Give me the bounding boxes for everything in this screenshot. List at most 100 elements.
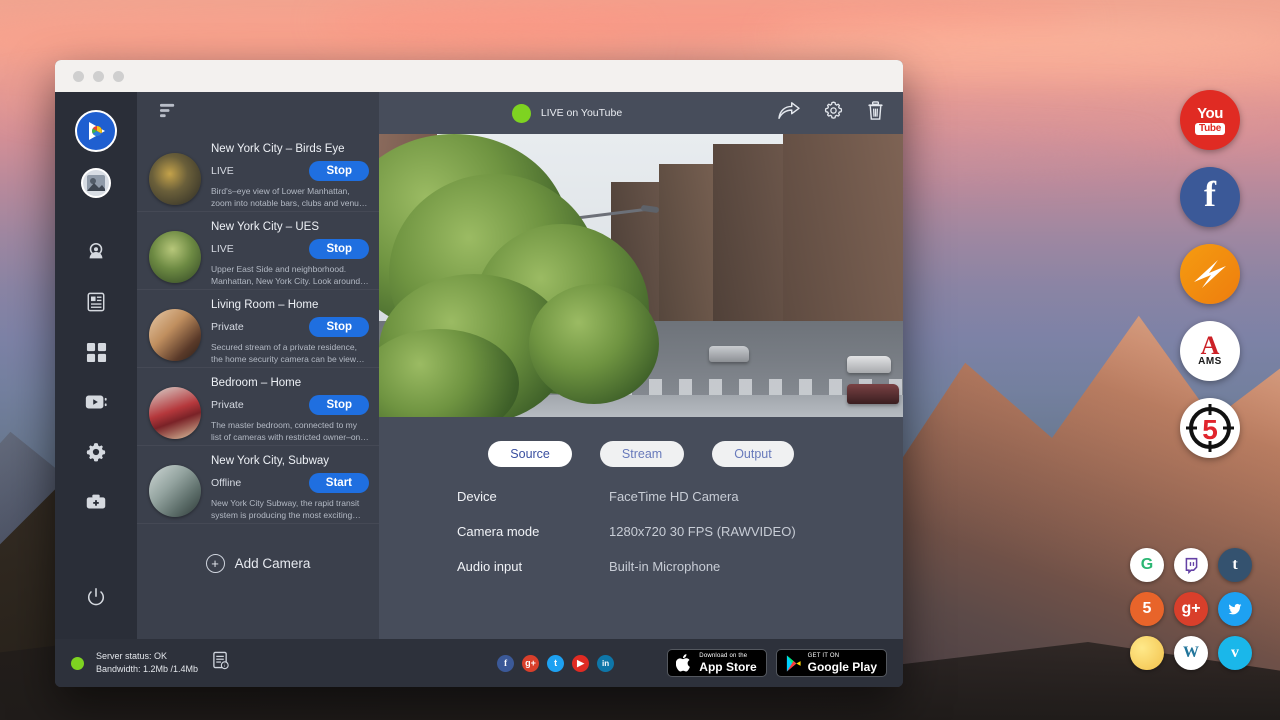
sidebar-item-cameras[interactable] xyxy=(76,232,116,272)
tumblr-glyph: t xyxy=(1232,556,1237,574)
camera-description: New York City Subway, the rapid transit … xyxy=(211,498,369,522)
youtube-tube-label: Tube xyxy=(1195,123,1225,135)
preview-tree xyxy=(529,284,659,404)
desktop-icon-facebook[interactable]: f xyxy=(1180,167,1240,227)
window-maximize-button[interactable] xyxy=(113,71,124,82)
social-youtube[interactable]: ▶ xyxy=(572,655,589,672)
settings-gear-icon xyxy=(823,100,844,121)
sidebar-item-dashboard[interactable] xyxy=(76,332,116,372)
camera-list-item[interactable]: New York City – UES LIVE Stop Upper East… xyxy=(137,212,379,290)
svg-text:5: 5 xyxy=(1202,414,1218,445)
camera-description: Upper East Side and neighborhood. Manhat… xyxy=(211,264,369,288)
sort-icon-glyph xyxy=(159,102,178,119)
tab-stream[interactable]: Stream xyxy=(600,441,684,467)
gear-icon xyxy=(85,441,107,463)
status-footer: Server status: OK Bandwidth: 1.2Mb /1.4M… xyxy=(55,639,903,687)
window-titlebar[interactable] xyxy=(55,60,903,92)
camera-list-item[interactable]: Living Room – Home Private Stop Secured … xyxy=(137,290,379,368)
info-value[interactable]: FaceTime HD Camera xyxy=(609,489,739,504)
desktop-icon-twitch[interactable] xyxy=(1174,548,1208,582)
camera-info: New York City – UES LIVE Stop Upper East… xyxy=(211,221,369,280)
camera-status-row: LIVE Stop xyxy=(211,161,369,181)
tab-source[interactable]: Source xyxy=(488,441,572,467)
camera-list-item[interactable]: New York City, Subway Offline Start New … xyxy=(137,446,379,524)
user-avatar[interactable] xyxy=(81,168,111,198)
bandwidth-line: Bandwidth: 1.2Mb /1.4Mb xyxy=(96,663,198,676)
server-status-text: Server status: OK Bandwidth: 1.2Mb /1.4M… xyxy=(96,650,198,676)
camera-stop-button[interactable]: Stop xyxy=(309,395,369,415)
desktop-icon-youtube[interactable]: You Tube xyxy=(1180,90,1240,150)
camera-stop-button[interactable]: Stop xyxy=(309,161,369,181)
tab-output[interactable]: Output xyxy=(712,441,794,467)
social-twitter[interactable]: t xyxy=(547,655,564,672)
gplus-glyph: g+ xyxy=(1181,600,1200,618)
sidebar-item-recordings[interactable] xyxy=(76,382,116,422)
apple-icon xyxy=(676,653,693,673)
desktop-icon-wordpress[interactable]: W xyxy=(1174,636,1208,670)
sidebar-item-logs[interactable] xyxy=(76,282,116,322)
desktop-icon-twitter[interactable] xyxy=(1218,592,1252,626)
app-store-badge[interactable]: Download on the App Store xyxy=(667,649,766,677)
desktop-icon-flickr[interactable] xyxy=(1130,636,1164,670)
camera-start-button[interactable]: Start xyxy=(309,473,369,493)
twitter-bird-icon xyxy=(1227,601,1243,617)
camera-title: New York City – UES xyxy=(211,221,369,233)
desktop-icon-target-five[interactable]: 5 xyxy=(1180,398,1240,458)
add-camera-icon xyxy=(84,492,108,512)
window-close-button[interactable] xyxy=(73,71,84,82)
sidebar-item-settings[interactable] xyxy=(76,432,116,472)
app-logo[interactable] xyxy=(75,110,117,152)
live-status-label: LIVE on YouTube xyxy=(541,107,622,119)
camera-title: New York City – Birds Eye xyxy=(211,143,369,155)
camera-icon xyxy=(85,241,107,263)
sidebar-item-add-camera[interactable] xyxy=(76,482,116,522)
document-info-icon[interactable]: i xyxy=(212,651,229,675)
camera-thumbnail xyxy=(149,387,201,439)
google-play-small: GET IT ON xyxy=(808,653,877,659)
facebook-glyph: f xyxy=(504,658,507,668)
desktop-icon-vimeo[interactable]: v xyxy=(1218,636,1252,670)
preview-building-right xyxy=(713,144,793,344)
camera-status-row: Private Stop xyxy=(211,317,369,337)
crosshair-target-icon: 5 xyxy=(1182,400,1238,456)
document-icon xyxy=(86,291,106,313)
camera-stop-button[interactable]: Stop xyxy=(309,317,369,337)
info-value[interactable]: 1280x720 30 FPS (RAWVIDEO) xyxy=(609,524,796,539)
preview-car xyxy=(847,384,899,404)
main-toolbar: LIVE on YouTube xyxy=(379,92,903,134)
social-facebook[interactable]: f xyxy=(497,655,514,672)
add-camera-button[interactable]: + Add Camera xyxy=(137,524,379,573)
camera-list-item[interactable]: New York City – Birds Eye LIVE Stop Bird… xyxy=(137,134,379,212)
camera-stop-button[interactable]: Stop xyxy=(309,239,369,259)
gplus-glyph: g+ xyxy=(525,658,536,668)
desktop-icon-adobe-ams[interactable]: A AMS xyxy=(1180,321,1240,381)
camera-list[interactable]: New York City – Birds Eye LIVE Stop Bird… xyxy=(137,134,379,639)
desktop-icon-tumblr[interactable]: t xyxy=(1218,548,1252,582)
info-row-device: Device FaceTime HD Camera xyxy=(457,489,903,504)
sidebar-rail xyxy=(55,92,137,639)
camera-list-item[interactable]: Bedroom – Home Private Stop The master b… xyxy=(137,368,379,446)
desktop-icon-wowza[interactable] xyxy=(1180,244,1240,304)
main-toolbar-actions xyxy=(777,100,885,126)
facebook-glyph: f xyxy=(1204,176,1216,212)
preview-car xyxy=(709,346,749,362)
gear-icon[interactable] xyxy=(823,100,844,126)
desktop-icon-grasshopper[interactable]: G xyxy=(1130,548,1164,582)
info-value[interactable]: Built-in Microphone xyxy=(609,559,720,574)
sort-icon[interactable] xyxy=(159,102,178,124)
document-info-glyph: i xyxy=(212,651,229,670)
camera-preview[interactable] xyxy=(379,134,903,417)
social-google-plus[interactable]: g+ xyxy=(522,655,539,672)
camera-description: Bird's–eye view of Lower Manhattan, zoom… xyxy=(211,186,369,210)
social-links: f g+ t ▶ in xyxy=(497,655,614,672)
desktop-icon-five[interactable]: 5 xyxy=(1130,592,1164,626)
window-minimize-button[interactable] xyxy=(93,71,104,82)
sidebar-item-power[interactable] xyxy=(76,577,116,617)
google-play-badge[interactable]: GET IT ON Google Play xyxy=(776,649,887,677)
desktop-icon-google-plus[interactable]: g+ xyxy=(1174,592,1208,626)
social-linkedin[interactable]: in xyxy=(597,655,614,672)
info-label: Camera mode xyxy=(457,524,609,539)
info-label: Device xyxy=(457,489,609,504)
share-icon[interactable] xyxy=(777,101,801,126)
trash-icon[interactable] xyxy=(866,100,885,126)
